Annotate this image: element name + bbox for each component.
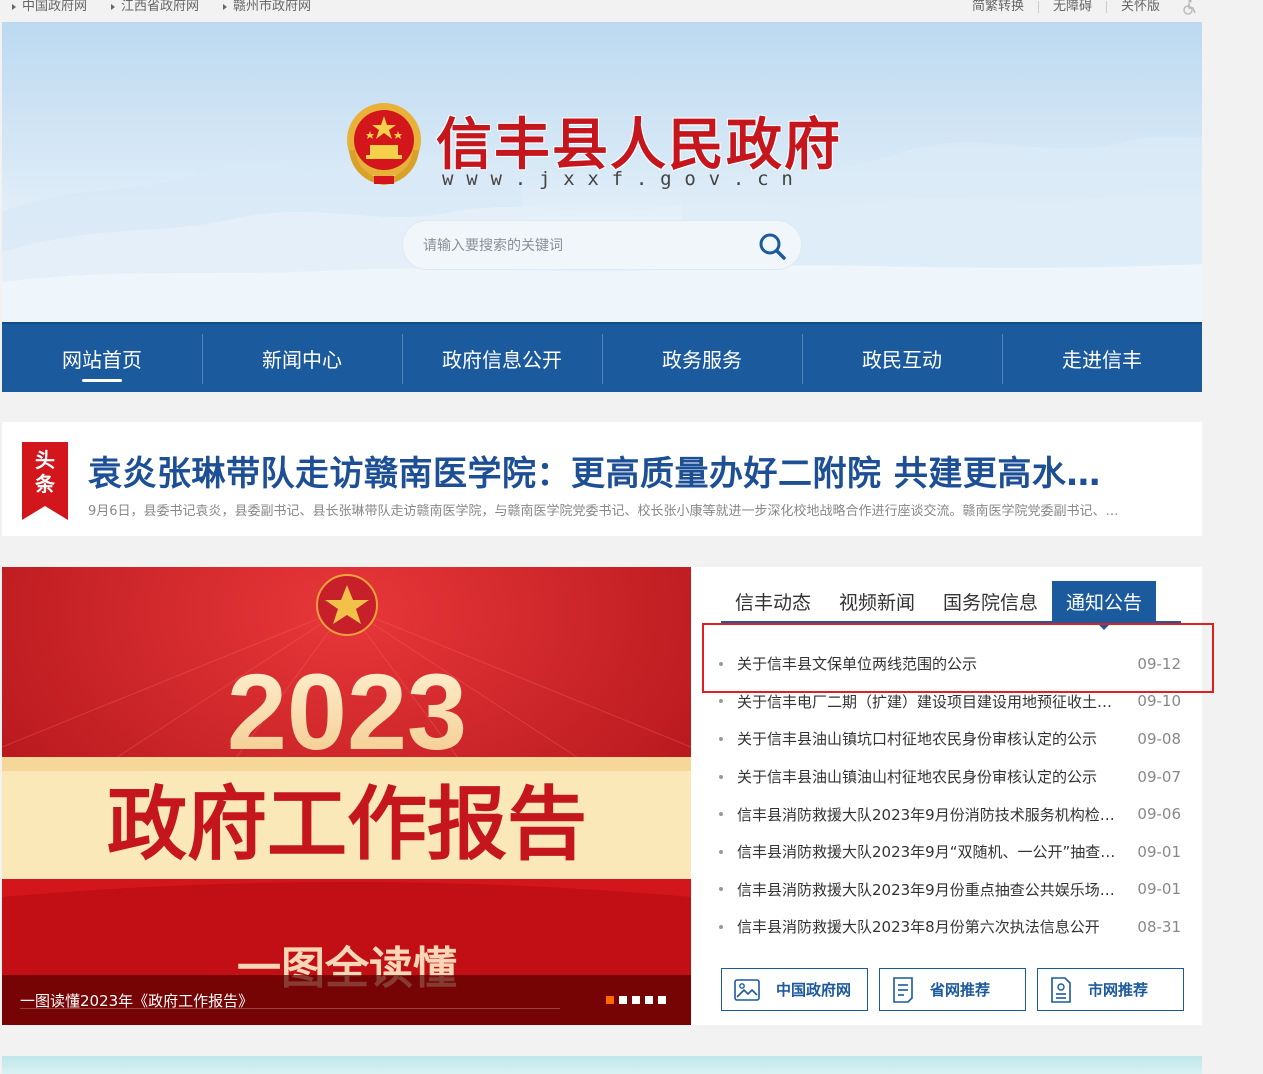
slide-caption-bar: 一图读懂2023年《政府工作报告》 <box>2 975 691 1025</box>
slide-year: 2023 <box>227 651 467 772</box>
link-jiangxi-gov[interactable]: 江西省政府网 <box>111 0 199 14</box>
bullet-icon <box>719 661 723 666</box>
tab-notices[interactable]: 通知公告 <box>1052 581 1157 630</box>
province-recommend-label: 省网推荐 <box>930 981 991 999</box>
list-item-date: 09-01 <box>1137 842 1181 861</box>
caption-divider <box>20 1008 560 1009</box>
news-tabs: 信丰动态 视频新闻 国务院信息 通知公告 <box>721 581 1181 630</box>
list-item-title: 关于信丰县油山镇坑口村征地农民身份审核认定的公示 <box>737 730 1098 749</box>
tab-state-council-info[interactable]: 国务院信息 <box>929 581 1052 621</box>
link-ganzhou-gov[interactable]: 赣州市政府网 <box>223 0 311 14</box>
headline-section: 头 条 袁炎张琳带队走访赣南医学院：更高质量办好二附院 共建更高水平医学院 9月… <box>2 422 1202 536</box>
list-item-date: 09-06 <box>1137 805 1181 824</box>
header-banner: 信丰县人民政府 www.jxxf.gov.cn <box>2 22 1202 322</box>
image-slider[interactable]: 2023 政府工作报告 一图全读懂 一图读懂2023年《政府工作报告》 <box>2 567 691 1025</box>
slide-image: 2023 政府工作报告 一图全读懂 <box>2 567 691 1025</box>
national-emblem-icon <box>347 103 421 186</box>
province-recommend-button[interactable]: 省网推荐 <box>879 968 1026 1011</box>
arrow-right-icon <box>111 4 116 10</box>
nav-about-xinfeng[interactable]: 走进信丰 <box>1002 324 1202 392</box>
china-gov-label: 中国政府网 <box>776 981 852 999</box>
list-item-date: 09-10 <box>1137 692 1181 711</box>
notice-list: 关于信丰县文保单位两线范围的公示 09-12 关于信丰电厂二期（扩建）建设项目建设… <box>719 645 1181 946</box>
tag-text-top: 头 <box>35 450 55 472</box>
search-box <box>402 220 802 270</box>
bullet-icon <box>719 887 723 892</box>
slide-pagination <box>606 996 666 1004</box>
external-links: 中国政府网 江西省政府网 赣州市政府网 <box>12 0 335 14</box>
nav-gov-services[interactable]: 政务服务 <box>602 324 802 392</box>
image-icon <box>734 978 760 1001</box>
arrow-right-icon <box>12 4 16 10</box>
profile-doc-icon <box>1051 976 1071 1003</box>
bullet-icon <box>719 699 723 704</box>
list-item-title: 信丰县消防救援大队2023年9月份消防技术服务机构检查公示 <box>737 805 1121 824</box>
accessibility-link[interactable]: 无障碍 <box>1037 0 1106 13</box>
nav-interaction[interactable]: 政民互动 <box>802 324 1002 392</box>
arrow-right-icon <box>223 4 228 10</box>
top-bar: 中国政府网 江西省政府网 赣州市政府网 简繁转换 无障碍 关怀版 <box>0 0 1202 22</box>
search-icon[interactable] <box>757 231 787 261</box>
utility-links: 简繁转换 无障碍 关怀版 <box>958 0 1174 14</box>
china-gov-button[interactable]: 中国政府网 <box>721 968 868 1011</box>
city-recommend-label: 市网推荐 <box>1088 981 1149 999</box>
list-item-title: 关于信丰县文保单位两线范围的公示 <box>737 655 978 674</box>
headline-title[interactable]: 袁炎张琳带队走访赣南医学院：更高质量办好二附院 共建更高水平医学院 <box>88 446 1128 495</box>
search-input[interactable] <box>423 233 743 257</box>
list-item-date: 09-01 <box>1137 880 1181 899</box>
tab-video-news[interactable]: 视频新闻 <box>825 581 929 621</box>
list-item-title: 关于信丰县油山镇油山村征地农民身份审核认定的公示 <box>737 768 1098 787</box>
list-item-title: 信丰县消防救援大队2023年9月份重点抽查公共娱乐场所公示 <box>737 880 1121 899</box>
quick-links: 中国政府网 省网推荐 市网推荐 <box>721 968 1184 1011</box>
list-item[interactable]: 关于信丰县文保单位两线范围的公示 09-12 <box>719 645 1181 683</box>
nav-news-center[interactable]: 新闻中心 <box>202 324 402 392</box>
list-item-title: 关于信丰电厂二期（扩建）建设项目建设用地预征收土地的公告 <box>737 692 1121 711</box>
list-item-date: 09-07 <box>1137 767 1181 786</box>
list-item[interactable]: 信丰县消防救援大队2023年9月份重点抽查公共娱乐场所公示 09-01 <box>719 871 1181 909</box>
list-item[interactable]: 关于信丰县油山镇油山村征地农民身份审核认定的公示 09-07 <box>719 758 1181 796</box>
list-item-date: 09-08 <box>1137 729 1181 748</box>
list-item[interactable]: 关于信丰电厂二期（扩建）建设项目建设用地预征收土地的公告 09-10 <box>719 683 1181 721</box>
site-url: www.jxxf.gov.cn <box>442 168 806 190</box>
list-item[interactable]: 关于信丰县油山镇坑口村征地农民身份审核认定的公示 09-08 <box>719 720 1181 758</box>
slide-dot-5[interactable] <box>658 996 666 1004</box>
traditional-simplified-toggle[interactable]: 简繁转换 <box>958 0 1038 13</box>
list-item[interactable]: 信丰县消防救援大队2023年8月份第六次执法信息公开 08-31 <box>719 908 1181 946</box>
slide-title: 政府工作报告 <box>107 777 587 871</box>
document-icon <box>893 976 913 1003</box>
news-tab-panel: 信丰动态 视频新闻 国务院信息 通知公告 关于信丰县文保单位两线范围的公示 09-… <box>691 567 1202 1025</box>
city-recommend-button[interactable]: 市网推荐 <box>1037 968 1184 1011</box>
bullet-icon <box>719 774 723 779</box>
tab-xinfeng-news[interactable]: 信丰动态 <box>721 581 825 621</box>
list-item-date: 09-12 <box>1137 654 1181 673</box>
bullet-icon <box>719 849 723 854</box>
wheelchair-icon[interactable] <box>1180 0 1198 16</box>
list-item-title: 信丰县消防救援大队2023年9月“双随机、一公开”抽查公示 <box>737 843 1121 862</box>
nav-home[interactable]: 网站首页 <box>2 324 202 392</box>
list-item-date: 08-31 <box>1137 917 1181 936</box>
list-item[interactable]: 信丰县消防救援大队2023年9月“双随机、一公开”抽查公示 09-01 <box>719 833 1181 871</box>
bullet-icon <box>719 924 723 929</box>
nav-gov-info-disclosure[interactable]: 政府信息公开 <box>402 324 602 392</box>
main-nav: 网站首页 新闻中心 政府信息公开 政务服务 政民互动 走进信丰 <box>2 322 1202 392</box>
list-item-title: 信丰县消防救援大队2023年8月份第六次执法信息公开 <box>737 918 1100 937</box>
tag-text-bottom: 条 <box>35 474 55 496</box>
bullet-icon <box>719 812 723 817</box>
slide-dot-1[interactable] <box>606 996 614 1004</box>
bullet-icon <box>719 736 723 741</box>
elderly-mode-link[interactable]: 关怀版 <box>1105 0 1174 13</box>
list-item[interactable]: 信丰县消防救援大队2023年9月份消防技术服务机构检查公示 09-06 <box>719 795 1181 833</box>
slide-dot-4[interactable] <box>645 996 653 1004</box>
link-china-gov[interactable]: 中国政府网 <box>12 0 87 14</box>
slide-dot-2[interactable] <box>619 996 627 1004</box>
headline-tag: 头 条 <box>22 442 68 520</box>
slide-dot-3[interactable] <box>632 996 640 1004</box>
next-section-strip <box>2 1056 1202 1074</box>
headline-summary[interactable]: 9月6日，县委书记袁炎，县委副书记、县长张琳带队走访赣南医学院，与赣南医学院党委… <box>88 500 1128 519</box>
